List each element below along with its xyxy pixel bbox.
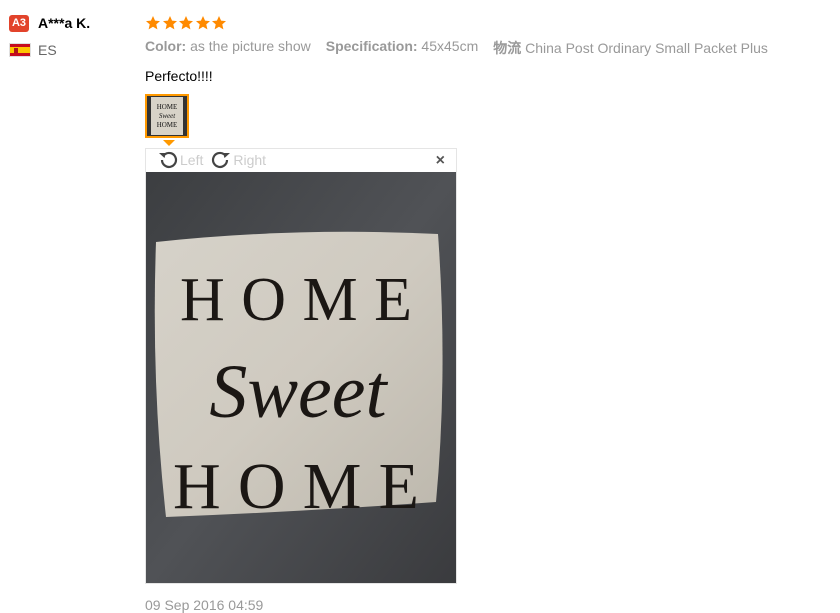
- color-label: Color:: [145, 38, 187, 54]
- thumb-line-2: Sweet: [158, 111, 176, 120]
- photo-viewer: Left Right × HOME Sweet HOME: [145, 148, 457, 584]
- reviewer-info: A3 A***a K. ES: [9, 12, 139, 58]
- specification-value: 45x45cm: [421, 38, 479, 54]
- reviewer-name: A***a K.: [38, 15, 91, 31]
- rotate-right-button[interactable]: Right: [209, 149, 266, 171]
- rotate-left-button[interactable]: Left: [156, 149, 203, 171]
- rotate-right-icon: [209, 149, 233, 171]
- rotate-right-label: Right: [233, 152, 267, 168]
- viewer-toolbar: Left Right ×: [146, 149, 456, 171]
- thumbnail-image: HOME Sweet HOME: [151, 97, 183, 135]
- review-content: Color: as the picture show Specification…: [145, 12, 835, 613]
- country-code: ES: [38, 42, 57, 58]
- order-info: Color: as the picture show Specification…: [145, 38, 835, 58]
- shipping-label: 物流: [493, 40, 522, 56]
- star-icon: [145, 15, 161, 31]
- reviewer-row: A3 A***a K.: [9, 12, 139, 34]
- color-info: Color: as the picture show: [145, 38, 311, 58]
- review-text: Perfecto!!!!: [145, 68, 213, 84]
- star-icon: [195, 15, 211, 31]
- color-value: as the picture show: [190, 38, 311, 54]
- country-row: ES: [9, 42, 139, 58]
- specification-info: Specification: 45x45cm: [326, 38, 479, 58]
- review-date: 09 Sep 2016 04:59: [145, 597, 264, 613]
- level-badge: A3: [9, 14, 29, 32]
- photo-text-sweet: Sweet: [209, 350, 388, 434]
- rotate-left-label: Left: [180, 152, 204, 168]
- close-viewer-button[interactable]: ×: [436, 152, 445, 170]
- shipping-value: China Post Ordinary Small Packet Plus: [525, 40, 768, 56]
- star-icon: [211, 15, 227, 31]
- selected-thumbnail-indicator: [163, 140, 175, 146]
- review-photo: HOME Sweet HOME: [146, 172, 456, 583]
- spain-flag-icon: [9, 43, 31, 57]
- star-icon: [178, 15, 194, 31]
- star-rating: [145, 12, 835, 34]
- specification-label: Specification:: [325, 38, 418, 54]
- shipping-info: 物流 China Post Ordinary Small Packet Plus: [493, 38, 768, 58]
- thumb-line-1: HOME: [156, 102, 178, 111]
- review-photo-thumbnail[interactable]: HOME Sweet HOME: [145, 94, 189, 138]
- star-icon: [162, 15, 178, 31]
- rotate-left-icon: [156, 149, 180, 171]
- thumb-line-3: HOME: [156, 120, 178, 129]
